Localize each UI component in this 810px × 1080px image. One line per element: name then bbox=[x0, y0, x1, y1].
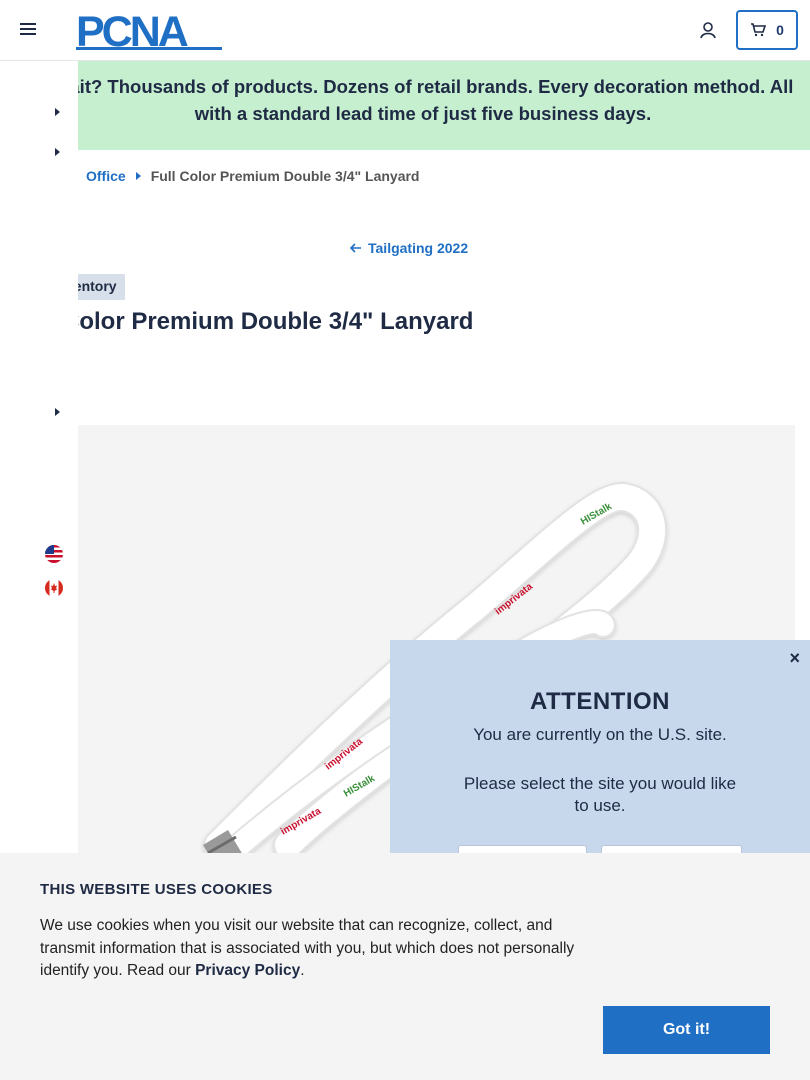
breadcrumb-office[interactable]: Office bbox=[86, 168, 126, 184]
breadcrumb: Office Full Color Premium Double 3/4" La… bbox=[86, 168, 419, 184]
cookie-banner: THIS WEBSITE USES COOKIES We use cookies… bbox=[0, 853, 810, 1080]
back-link[interactable]: Tailgating 2022 bbox=[350, 240, 468, 256]
us-flag-icon[interactable] bbox=[45, 545, 63, 563]
chevron-right-icon[interactable] bbox=[52, 107, 62, 117]
cookie-title: THIS WEBSITE USES COOKIES bbox=[40, 881, 273, 898]
menu-icon[interactable] bbox=[18, 20, 38, 40]
pcna-logo[interactable]: PCNA bbox=[76, 10, 224, 50]
cart-button[interactable]: 0 bbox=[736, 10, 798, 50]
cart-count: 0 bbox=[776, 22, 784, 38]
chevron-right-icon[interactable] bbox=[52, 147, 62, 157]
banner-line-1: Wait? Thousands of products. Dozens of r… bbox=[52, 76, 794, 97]
breadcrumb-current: Full Color Premium Double 3/4" Lanyard bbox=[150, 168, 420, 184]
breadcrumb-separator-icon bbox=[135, 172, 141, 180]
promo-banner: Wait? Thousands of products. Dozens of r… bbox=[0, 61, 810, 150]
cart-icon bbox=[751, 23, 767, 37]
cookie-text: We use cookies when you visit our websit… bbox=[40, 915, 600, 983]
attention-instruction: Please select the site you would like to… bbox=[463, 774, 737, 815]
privacy-policy-link[interactable]: Privacy Policy bbox=[195, 962, 300, 979]
back-link-label: Tailgating 2022 bbox=[368, 240, 469, 256]
account-icon[interactable] bbox=[698, 20, 718, 40]
banner-line-2: with a standard lead time of just five b… bbox=[194, 103, 652, 124]
product-title: Color Premium Double 3/4" Lanyard bbox=[62, 308, 474, 335]
canada-flag-icon[interactable] bbox=[45, 579, 63, 597]
arrow-left-icon bbox=[350, 243, 361, 253]
attention-current-site: You are currently on the U.S. site. bbox=[473, 725, 727, 744]
close-icon[interactable]: × bbox=[789, 648, 800, 669]
chevron-right-icon[interactable] bbox=[52, 407, 62, 417]
svg-text:PCNA: PCNA bbox=[76, 10, 188, 50]
attention-title: ATTENTION bbox=[529, 688, 671, 715]
site-header: PCNA 0 bbox=[0, 0, 810, 61]
cookie-period: . bbox=[300, 962, 305, 979]
got-it-button[interactable]: Got it! bbox=[603, 1006, 770, 1054]
cookie-body: We use cookies when you visit our websit… bbox=[40, 917, 575, 979]
page: PCNA 0 Wait? Thousands of products. Doze… bbox=[0, 0, 810, 1080]
